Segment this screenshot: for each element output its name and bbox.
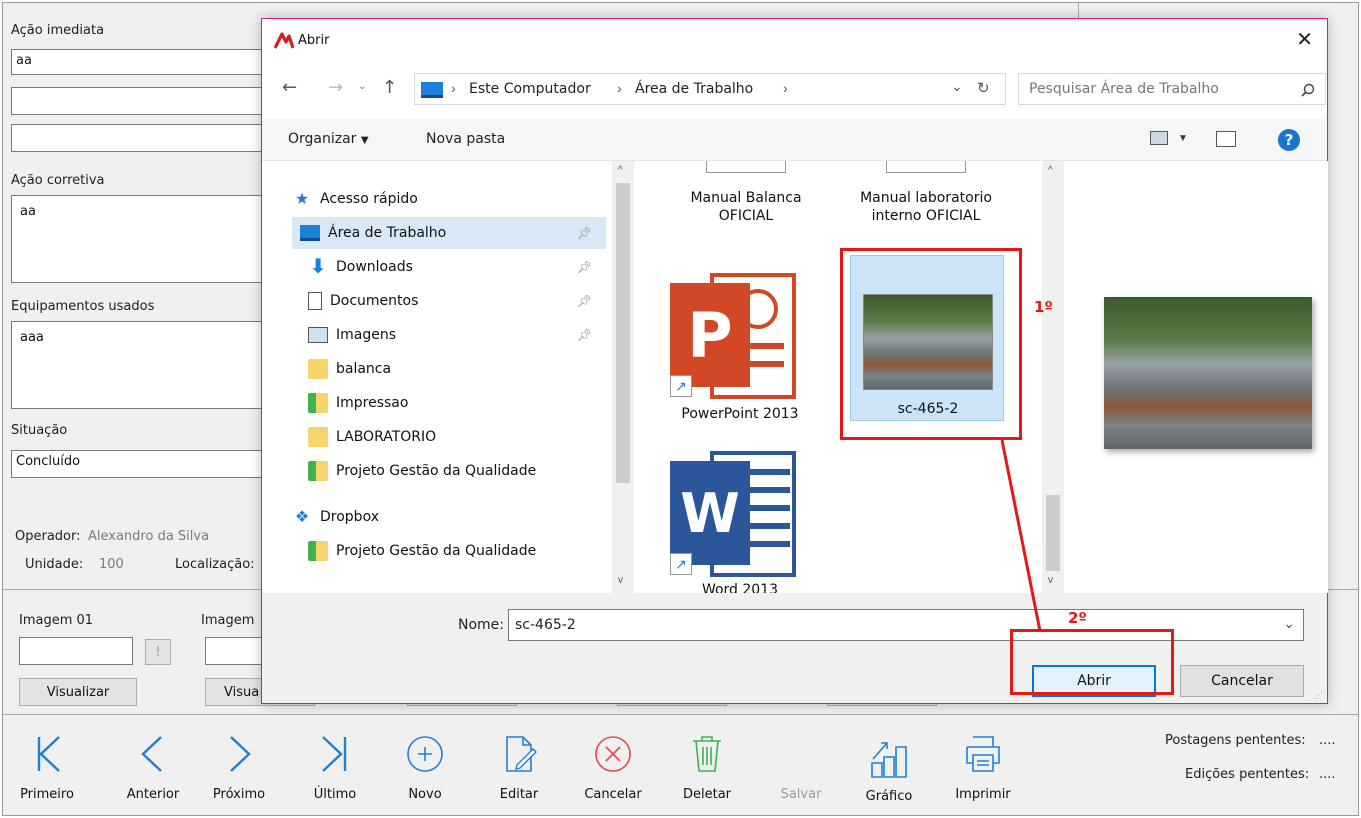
acao-corretiva-label: Ação corretiva — [11, 173, 105, 188]
delete-button[interactable]: Deletar — [671, 733, 743, 813]
cancel-icon — [595, 736, 631, 772]
acao-imediata-field-3[interactable] — [11, 124, 281, 152]
edit-button[interactable]: Editar — [483, 733, 555, 813]
localizacao-label: Localização: — [175, 557, 255, 572]
chart-label: Gráfico — [865, 789, 913, 804]
next-label: Próximo — [212, 787, 266, 802]
imagem02-path-field[interactable] — [205, 637, 265, 665]
next-icon — [230, 736, 251, 772]
edit-label: Editar — [499, 787, 539, 802]
acao-imediata-field-2[interactable] — [11, 87, 281, 115]
operador-value: Alexandro da Silva — [88, 529, 210, 544]
last-label: Último — [313, 787, 357, 802]
imagem01-browse-button[interactable]: ! — [145, 639, 171, 665]
acao-imediata-field-1[interactable]: aa — [11, 49, 281, 75]
edicoes-label: Edições pententes: — [1185, 767, 1310, 782]
operador-label: Operador: — [15, 529, 81, 544]
previous-button[interactable]: Anterior — [117, 733, 189, 813]
save-button[interactable]: Salvar — [765, 733, 837, 813]
previous-label: Anterior — [126, 787, 180, 802]
acao-corretiva-textarea[interactable]: aa — [11, 195, 281, 283]
imagem02-label: Imagem — [201, 613, 255, 628]
equipamentos-label: Equipamentos usados — [11, 299, 155, 314]
postagens-label: Postagens pententes: — [1165, 733, 1306, 748]
imagem01-label: Imagem 01 — [19, 613, 94, 628]
last-button[interactable]: Último — [299, 733, 371, 813]
situacao-select[interactable]: Concluído — [11, 450, 281, 478]
visualizar-button[interactable]: Visualizar — [19, 678, 137, 706]
first-button[interactable]: Primeiro — [11, 733, 83, 813]
annotation-connector-line — [1000, 439, 1042, 632]
first-label: Primeiro — [20, 787, 74, 802]
trash-icon — [693, 736, 721, 772]
printer-icon — [966, 736, 1000, 772]
previous-icon — [141, 736, 162, 772]
next-button[interactable]: Próximo — [203, 733, 275, 813]
edicoes-value: .... — [1319, 767, 1336, 782]
imagem01-path-field[interactable] — [19, 637, 133, 665]
save-icon — [781, 733, 821, 775]
save-label: Salvar — [780, 787, 822, 802]
equipamentos-textarea[interactable]: aaa — [11, 321, 281, 409]
new-button[interactable]: Novo — [389, 733, 461, 813]
unidade-label: Unidade: — [25, 557, 84, 572]
toolbar-divider — [3, 714, 1358, 715]
plus-circle-icon — [407, 736, 443, 772]
chart-icon — [871, 742, 907, 778]
cancel-label: Cancelar — [584, 787, 642, 802]
last-icon — [322, 736, 347, 772]
situacao-label: Situação — [11, 423, 68, 438]
open-file-dialog: Abrir ✕ ← → ⌄ ↑ › Este Computador › Área… — [261, 18, 1328, 704]
unidade-value: 100 — [99, 557, 124, 572]
print-label: Imprimir — [955, 787, 1011, 802]
print-button[interactable]: Imprimir — [947, 733, 1019, 813]
chart-button[interactable]: Gráfico — [853, 733, 925, 813]
cancel-button[interactable]: Cancelar — [577, 733, 649, 813]
new-label: Novo — [408, 787, 442, 802]
acao-imediata-label: Ação imediata — [11, 23, 105, 38]
postagens-value: .... — [1319, 733, 1336, 748]
delete-label: Deletar — [682, 787, 732, 802]
edit-icon — [506, 736, 537, 772]
first-icon — [37, 736, 60, 772]
